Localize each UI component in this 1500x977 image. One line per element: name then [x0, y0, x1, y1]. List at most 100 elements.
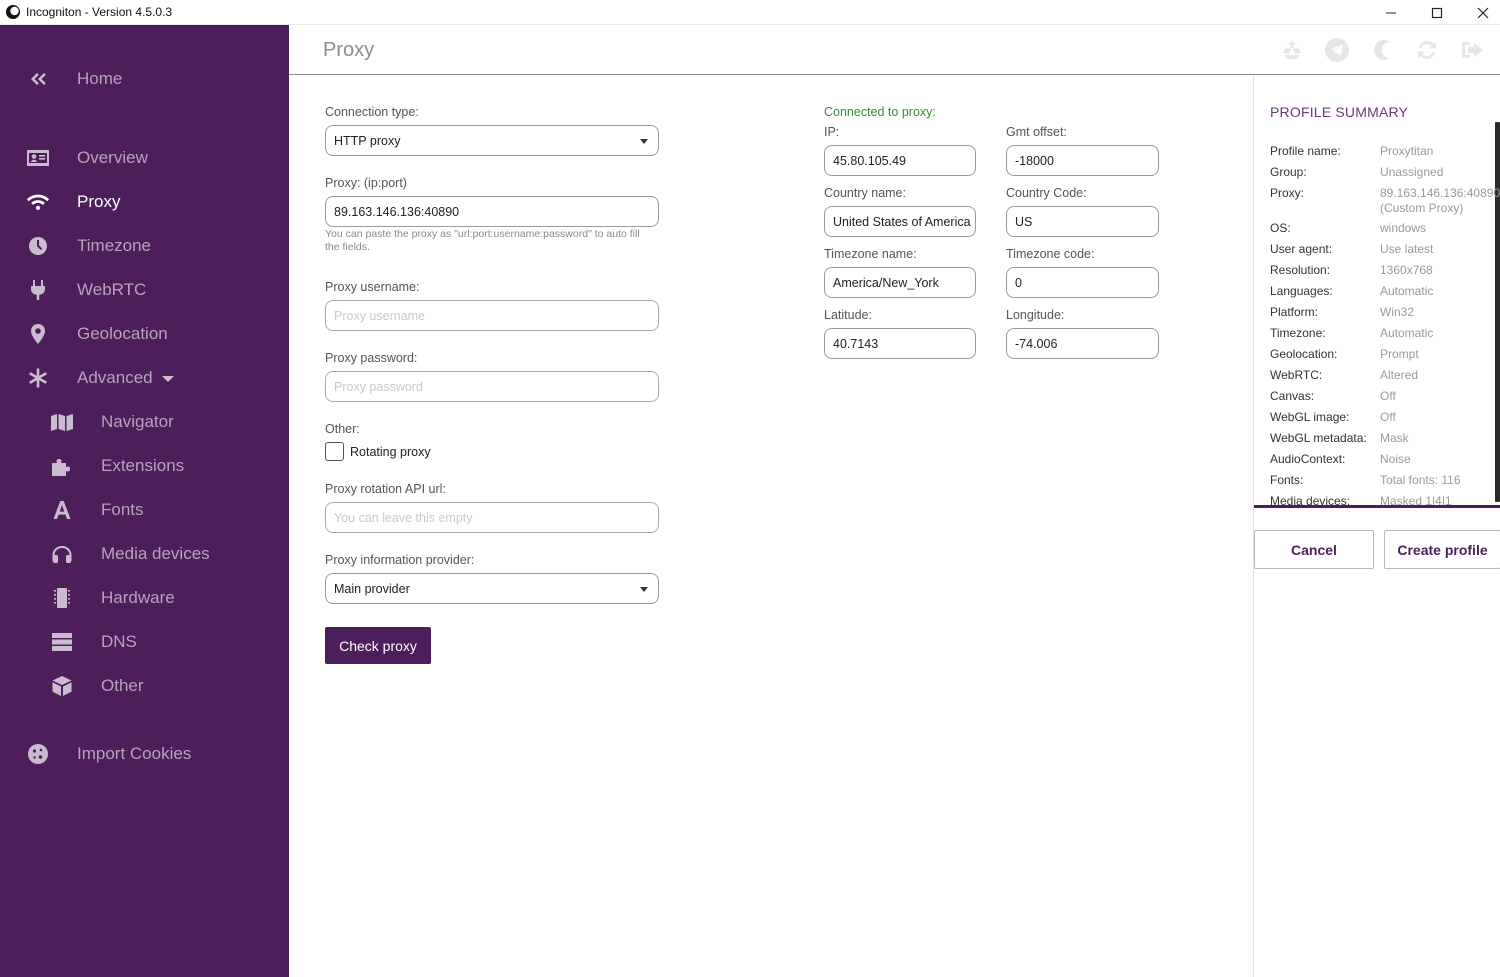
sidebar-item-label: Advanced: [77, 368, 153, 387]
sidebar-subitem-label: Other: [101, 676, 144, 695]
refresh-button[interactable]: [1414, 37, 1440, 63]
maximize-icon: [1431, 7, 1443, 18]
summary-key: Group:: [1270, 165, 1307, 179]
sidebar-import-cookies[interactable]: Import Cookies: [0, 734, 289, 774]
id-card-icon: [26, 146, 50, 170]
sidebar-subitem-label: Media devices: [101, 544, 210, 563]
country-code-field[interactable]: US: [1006, 206, 1159, 237]
proxy-password-input[interactable]: Proxy password: [325, 371, 659, 402]
sidebar-item-timezone[interactable]: Timezone: [0, 226, 289, 266]
proxy-password-placeholder: Proxy password: [334, 379, 423, 394]
provider-select[interactable]: Main provider: [325, 573, 659, 604]
sidebar-item-geolocation[interactable]: Geolocation: [0, 314, 289, 354]
plug-icon: [26, 278, 50, 302]
cube-icon: [50, 674, 74, 698]
create-profile-button[interactable]: Create profile: [1384, 530, 1500, 569]
sidebar-item-label: Proxy: [77, 192, 121, 211]
sidebar-subitem-dns[interactable]: DNS: [0, 622, 289, 662]
dark-mode-button[interactable]: [1369, 37, 1395, 63]
asterisk-icon: [26, 366, 50, 390]
sidebar-subitem-label: Extensions: [101, 456, 185, 475]
sidebar-item-overview[interactable]: Overview: [0, 138, 289, 178]
clock-icon: [26, 234, 50, 258]
check-proxy-button[interactable]: Check proxy: [325, 627, 431, 664]
timezone-code-label: Timezone code:: [1006, 247, 1095, 261]
connection-status: Connected to proxy:: [824, 105, 936, 119]
sidebar-subitem-other[interactable]: Other: [0, 666, 289, 706]
sidebar-subitem-label: Hardware: [101, 588, 175, 607]
caret-down-icon: [162, 376, 174, 382]
longitude-value: -74.006: [1015, 336, 1058, 351]
sidebar-subitem-navigator[interactable]: Navigator: [0, 402, 289, 442]
sidebar-item-label: WebRTC: [77, 280, 147, 299]
longitude-field[interactable]: -74.006: [1006, 328, 1159, 359]
summary-key: Media devices:: [1270, 494, 1351, 508]
timezone-name-field[interactable]: America/New_York: [824, 267, 976, 298]
rotation-api-input[interactable]: You can leave this empty: [325, 502, 659, 533]
telegram-button[interactable]: [1324, 37, 1350, 63]
refresh-icon: [1418, 41, 1436, 59]
ip-field[interactable]: 45.80.105.49: [824, 145, 976, 176]
summary-value: Proxytitan: [1380, 144, 1434, 158]
connection-type-value: HTTP proxy: [334, 133, 401, 148]
summary-value: Noise: [1380, 452, 1411, 466]
sidebar-subitem-extensions[interactable]: Extensions: [0, 446, 289, 486]
rotating-proxy-checkbox[interactable]: [325, 442, 344, 461]
sidebar-subitem-label: Navigator: [101, 412, 174, 431]
logout-icon: [1462, 42, 1483, 58]
close-button[interactable]: [1460, 0, 1500, 25]
sidebar-item-label: Overview: [77, 148, 148, 167]
timezone-code-field[interactable]: 0: [1006, 267, 1159, 298]
summary-key: Languages:: [1270, 284, 1333, 298]
latitude-value: 40.7143: [833, 336, 879, 351]
proxy-hint: You can paste the proxy as "url:port:use…: [325, 228, 640, 253]
profile-summary-panel: PROFILE SUMMARY Profile name: Proxytitan…: [1253, 76, 1500, 977]
country-code-value: US: [1015, 214, 1033, 229]
maximize-button[interactable]: [1414, 0, 1460, 25]
sidebar-item-proxy[interactable]: Proxy: [0, 182, 289, 222]
gmt-offset-value: -18000: [1015, 153, 1054, 168]
proxy-username-input[interactable]: Proxy username: [325, 300, 659, 331]
summary-key: Resolution:: [1270, 263, 1331, 277]
gmt-offset-field[interactable]: -18000: [1006, 145, 1159, 176]
timezone-name-label: Timezone name:: [824, 247, 917, 261]
proxy-address-input[interactable]: 89.163.146.136:40890: [325, 196, 659, 227]
chip-icon: [50, 586, 74, 610]
minimize-button[interactable]: [1368, 0, 1414, 25]
recycle-icon: [1283, 40, 1301, 59]
sidebar-item-advanced[interactable]: Advanced: [0, 358, 289, 398]
sidebar-home[interactable]: Home: [0, 59, 289, 99]
sidebar-subitem-label: DNS: [101, 632, 137, 651]
summary-value: Prompt: [1380, 347, 1419, 361]
sidebar-item-webrtc[interactable]: WebRTC: [0, 270, 289, 310]
sidebar-subitem-media-devices[interactable]: Media devices: [0, 534, 289, 574]
latitude-field[interactable]: 40.7143: [824, 328, 976, 359]
country-code-label: Country Code:: [1006, 186, 1087, 200]
recycle-button[interactable]: [1279, 37, 1305, 63]
rotating-proxy-label[interactable]: Rotating proxy: [350, 445, 431, 459]
profile-summary-title: PROFILE SUMMARY: [1270, 104, 1409, 120]
connection-type-label: Connection type:: [325, 105, 419, 119]
summary-value: Off: [1380, 410, 1396, 424]
logout-button[interactable]: [1459, 37, 1485, 63]
sidebar-subitem-hardware[interactable]: Hardware: [0, 578, 289, 618]
gmt-offset-label: Gmt offset:: [1006, 125, 1067, 139]
summary-key: Timezone:: [1270, 326, 1326, 340]
connection-type-select[interactable]: HTTP proxy: [325, 125, 659, 156]
moon-icon: [1374, 40, 1390, 60]
profile-summary-scroll[interactable]: PROFILE SUMMARY Profile name: Proxytitan…: [1254, 76, 1500, 508]
summary-value: Unassigned: [1380, 165, 1444, 179]
timezone-name-value: America/New_York: [833, 275, 939, 290]
country-name-field[interactable]: United States of America: [824, 206, 976, 237]
sidebar-item-label: Geolocation: [77, 324, 168, 343]
summary-scrollbar[interactable]: [1495, 122, 1500, 502]
sidebar-subitem-fonts[interactable]: Fonts: [0, 490, 289, 530]
summary-key: User agent:: [1270, 242, 1333, 256]
summary-value: Off: [1380, 389, 1396, 403]
summary-value: Use latest: [1380, 242, 1434, 256]
summary-key: WebGL image:: [1270, 410, 1350, 424]
proxy-username-label: Proxy username:: [325, 280, 420, 294]
proxy-address-label: Proxy: (ip:port): [325, 176, 407, 190]
cancel-button[interactable]: Cancel: [1254, 530, 1374, 569]
double-chevron-left-icon: [26, 67, 50, 91]
